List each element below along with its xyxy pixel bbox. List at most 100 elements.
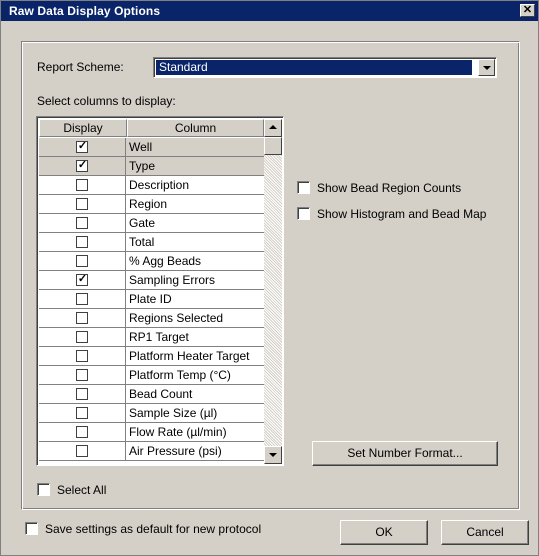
close-icon: ✕ xyxy=(522,4,533,16)
table-row[interactable]: ✓ Sampling Errors xyxy=(39,271,264,290)
column-name-cell: Air Pressure (psi) xyxy=(126,442,264,461)
table-row[interactable]: Bead Count xyxy=(39,385,264,404)
display-cell: ✓ xyxy=(39,138,126,157)
display-checkbox[interactable] xyxy=(76,350,88,362)
column-name-cell: Regions Selected xyxy=(126,309,264,328)
column-name-cell: Platform Temp (°C) xyxy=(126,366,264,385)
display-checkbox[interactable] xyxy=(76,407,88,419)
arrow-up-icon xyxy=(269,125,277,129)
display-cell xyxy=(39,442,126,461)
column-name-cell: Plate ID xyxy=(126,290,264,309)
header-column[interactable]: Column xyxy=(127,119,264,137)
chevron-down-icon xyxy=(483,66,491,70)
table-row[interactable]: Platform Heater Target xyxy=(39,347,264,366)
save-default-checkbox[interactable] xyxy=(25,522,38,535)
column-name-cell: Well xyxy=(126,138,264,157)
display-cell xyxy=(39,233,126,252)
show-bead-region-counts-checkbox[interactable] xyxy=(297,181,310,194)
display-cell xyxy=(39,252,126,271)
column-name-cell: Bead Count xyxy=(126,385,264,404)
show-histogram-label: Show Histogram and Bead Map xyxy=(317,207,487,221)
display-checkbox[interactable]: ✓ xyxy=(76,273,88,286)
select-all-label: Select All xyxy=(57,483,107,497)
display-checkbox[interactable] xyxy=(76,312,88,324)
table-row[interactable]: ✓ Well xyxy=(39,138,264,157)
checkmark-icon: ✓ xyxy=(77,159,88,171)
checkmark-icon: ✓ xyxy=(77,273,88,285)
arrow-down-icon xyxy=(269,453,277,457)
column-name-cell: Sample Size (µl) xyxy=(126,404,264,423)
display-cell xyxy=(39,404,126,423)
display-checkbox[interactable]: ✓ xyxy=(76,159,88,172)
grid-header: Display Column xyxy=(39,119,264,137)
table-row[interactable]: % Agg Beads xyxy=(39,252,264,271)
display-checkbox[interactable] xyxy=(76,236,88,248)
column-name-cell: % Agg Beads xyxy=(126,252,264,271)
display-checkbox[interactable] xyxy=(76,388,88,400)
display-checkbox[interactable] xyxy=(76,255,88,267)
cancel-button[interactable]: Cancel xyxy=(441,520,529,545)
column-name-cell: Total xyxy=(126,233,264,252)
display-cell: ✓ xyxy=(39,271,126,290)
display-checkbox[interactable] xyxy=(76,217,88,229)
display-cell: ✓ xyxy=(39,157,126,176)
report-scheme-value: Standard xyxy=(156,60,472,75)
columns-grid[interactable]: Display Column ✓ Well ✓ Type Description Regi… xyxy=(36,116,284,466)
show-bead-region-counts-label: Show Bead Region Counts xyxy=(317,181,462,195)
display-cell xyxy=(39,385,126,404)
table-row[interactable]: Regions Selected xyxy=(39,309,264,328)
display-checkbox[interactable] xyxy=(76,198,88,210)
display-cell xyxy=(39,328,126,347)
display-checkbox[interactable] xyxy=(76,179,88,191)
table-row[interactable]: Total xyxy=(39,233,264,252)
scroll-thumb[interactable] xyxy=(264,137,282,155)
ok-button[interactable]: OK xyxy=(340,520,428,545)
display-checkbox[interactable] xyxy=(76,369,88,381)
scroll-down-button[interactable] xyxy=(264,446,282,464)
display-checkbox[interactable] xyxy=(76,293,88,305)
table-row[interactable]: Flow Rate (µl/min) xyxy=(39,423,264,442)
column-name-cell: Type xyxy=(126,157,264,176)
display-checkbox[interactable]: ✓ xyxy=(76,140,88,153)
checkmark-icon: ✓ xyxy=(77,140,88,152)
show-histogram-checkbox[interactable] xyxy=(297,207,310,220)
display-cell xyxy=(39,423,126,442)
title-bar[interactable]: Raw Data Display Options ✕ xyxy=(1,1,538,21)
table-row[interactable]: Description xyxy=(39,176,264,195)
window-title: Raw Data Display Options xyxy=(9,4,161,18)
display-checkbox[interactable] xyxy=(76,445,88,457)
header-display[interactable]: Display xyxy=(39,119,127,137)
display-cell xyxy=(39,214,126,233)
display-cell xyxy=(39,195,126,214)
column-name-cell: Flow Rate (µl/min) xyxy=(126,423,264,442)
dropdown-button[interactable] xyxy=(478,59,495,76)
select-all-checkbox[interactable] xyxy=(37,483,50,496)
display-cell xyxy=(39,176,126,195)
column-name-cell: Region xyxy=(126,195,264,214)
column-name-cell: Sampling Errors xyxy=(126,271,264,290)
column-name-cell: Description xyxy=(126,176,264,195)
table-row[interactable]: ✓ Type xyxy=(39,157,264,176)
grid-scrollbar[interactable] xyxy=(264,119,282,464)
column-name-cell: RP1 Target xyxy=(126,328,264,347)
close-button[interactable]: ✕ xyxy=(520,4,535,17)
display-cell xyxy=(39,366,126,385)
table-row[interactable]: Air Pressure (psi) xyxy=(39,442,264,461)
report-scheme-select[interactable]: Standard xyxy=(153,57,497,78)
table-row[interactable]: Platform Temp (°C) xyxy=(39,366,264,385)
report-scheme-label: Report Scheme: xyxy=(37,60,124,74)
table-row[interactable]: Plate ID xyxy=(39,290,264,309)
display-checkbox[interactable] xyxy=(76,426,88,438)
column-name-cell: Gate xyxy=(126,214,264,233)
table-row[interactable]: RP1 Target xyxy=(39,328,264,347)
display-checkbox[interactable] xyxy=(76,331,88,343)
table-row[interactable]: Region xyxy=(39,195,264,214)
column-name-cell: Platform Heater Target xyxy=(126,347,264,366)
display-cell xyxy=(39,309,126,328)
table-row[interactable]: Gate xyxy=(39,214,264,233)
display-cell xyxy=(39,347,126,366)
dialog-window: Raw Data Display Options ✕ Report Scheme… xyxy=(0,0,539,556)
set-number-format-button[interactable]: Set Number Format... xyxy=(312,441,498,466)
scroll-up-button[interactable] xyxy=(264,119,282,137)
table-row[interactable]: Sample Size (µl) xyxy=(39,404,264,423)
